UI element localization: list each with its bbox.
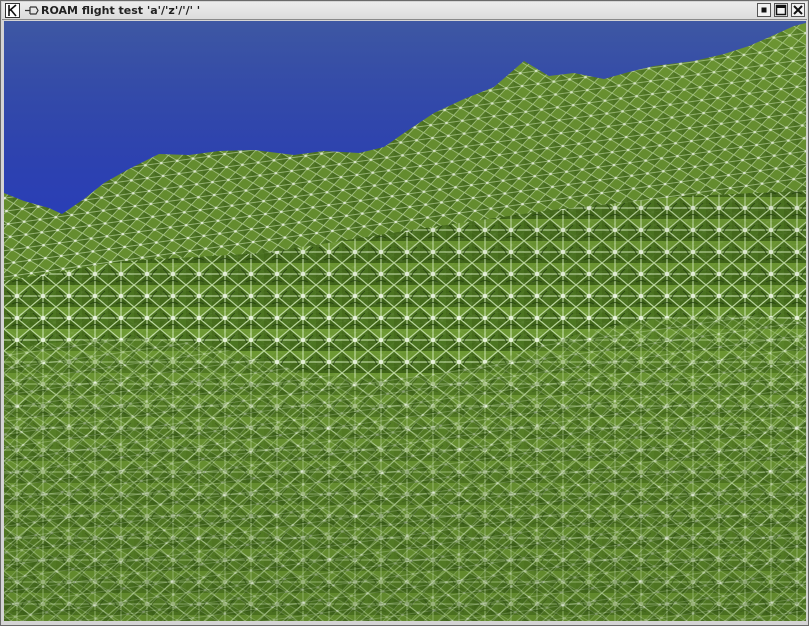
depth-shade — [4, 21, 806, 621]
app-window: ROAM flight test 'a'/'z'/'/' ' — [0, 0, 809, 626]
window-title: ROAM flight test 'a'/'z'/'/' ' — [41, 4, 201, 17]
pin-icon[interactable] — [24, 3, 40, 18]
kde-k-icon[interactable] — [5, 3, 20, 18]
minimize-icon — [761, 7, 767, 13]
close-button[interactable] — [791, 3, 805, 17]
render-viewport[interactable] — [4, 21, 806, 621]
terrain-scene — [4, 21, 806, 621]
maximize-button[interactable] — [774, 3, 788, 17]
maximize-icon — [775, 4, 787, 16]
window-titlebar[interactable]: ROAM flight test 'a'/'z'/'/' ' — [2, 2, 807, 20]
close-icon — [793, 5, 803, 15]
minimize-button[interactable] — [757, 3, 771, 17]
